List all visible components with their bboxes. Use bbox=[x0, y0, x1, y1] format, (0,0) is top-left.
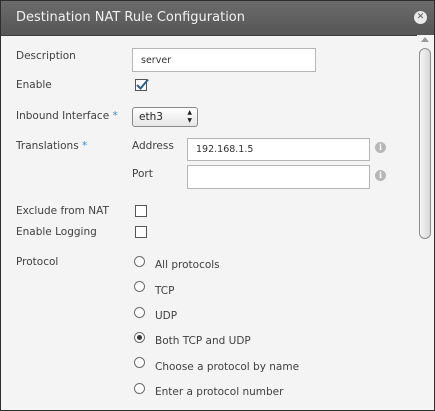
protocol-option-label[interactable]: Choose a protocol by name bbox=[155, 361, 299, 373]
port-label: Port bbox=[132, 168, 153, 180]
protocol-option-label[interactable]: Enter a protocol number bbox=[155, 386, 283, 398]
close-icon[interactable]: ✕ bbox=[414, 11, 427, 24]
protocol-option-label[interactable]: TCP bbox=[155, 285, 174, 297]
protocol-radio-tcp[interactable] bbox=[134, 281, 145, 292]
nat-rule-dialog: Destination NAT Rule Configuration ✕ Des… bbox=[0, 0, 435, 411]
inbound-interface-label: Inbound Interface * bbox=[16, 110, 118, 122]
inbound-interface-value: eth3 bbox=[139, 111, 163, 123]
address-value: 192.168.1.5 bbox=[196, 144, 254, 155]
protocol-option-label[interactable]: UDP bbox=[155, 310, 177, 322]
required-mark: * bbox=[112, 110, 118, 122]
protocol-label: Protocol bbox=[16, 256, 59, 268]
vertical-scrollbar[interactable] bbox=[417, 35, 434, 410]
dialog-title: Destination NAT Rule Configuration bbox=[16, 10, 246, 25]
protocol-radio-udp[interactable] bbox=[134, 307, 145, 318]
scroll-up-arrow-icon[interactable] bbox=[421, 37, 429, 42]
enable-logging-checkbox[interactable] bbox=[135, 226, 147, 238]
port-input[interactable] bbox=[187, 165, 370, 189]
checkmark-icon bbox=[136, 78, 149, 90]
inbound-interface-select[interactable]: eth3 ▲ ▼ bbox=[132, 107, 198, 127]
info-icon[interactable]: i bbox=[375, 142, 386, 153]
protocol-radio-all[interactable] bbox=[134, 256, 145, 267]
exclude-from-nat-label: Exclude from NAT bbox=[16, 205, 109, 217]
enable-logging-label: Enable Logging bbox=[16, 226, 97, 238]
protocol-option-label[interactable]: All protocols bbox=[155, 259, 220, 271]
protocol-option-label[interactable]: Both TCP and UDP bbox=[155, 335, 251, 347]
info-icon[interactable]: i bbox=[375, 170, 386, 181]
enable-label: Enable bbox=[16, 79, 52, 91]
dialog-titlebar[interactable]: Destination NAT Rule Configuration ✕ bbox=[1, 1, 434, 36]
exclude-from-nat-checkbox[interactable] bbox=[135, 205, 147, 217]
inbound-interface-label-text: Inbound Interface bbox=[16, 110, 110, 122]
address-label: Address bbox=[132, 140, 174, 152]
protocol-radio-both[interactable] bbox=[134, 332, 145, 343]
enable-checkbox[interactable] bbox=[135, 78, 149, 91]
scrollbar-thumb[interactable] bbox=[419, 48, 431, 239]
protocol-radio-by-number[interactable] bbox=[134, 383, 145, 394]
description-value: server bbox=[141, 54, 172, 66]
description-input[interactable]: server bbox=[132, 48, 316, 72]
translations-label: Translations * bbox=[16, 140, 87, 152]
description-label: Description bbox=[16, 50, 76, 62]
required-mark: * bbox=[82, 140, 88, 152]
address-input[interactable]: 192.168.1.5 bbox=[187, 138, 370, 161]
translations-label-text: Translations bbox=[16, 140, 79, 152]
protocol-radio-by-name[interactable] bbox=[134, 357, 145, 368]
updown-arrows-icon: ▲ ▼ bbox=[187, 109, 192, 124]
